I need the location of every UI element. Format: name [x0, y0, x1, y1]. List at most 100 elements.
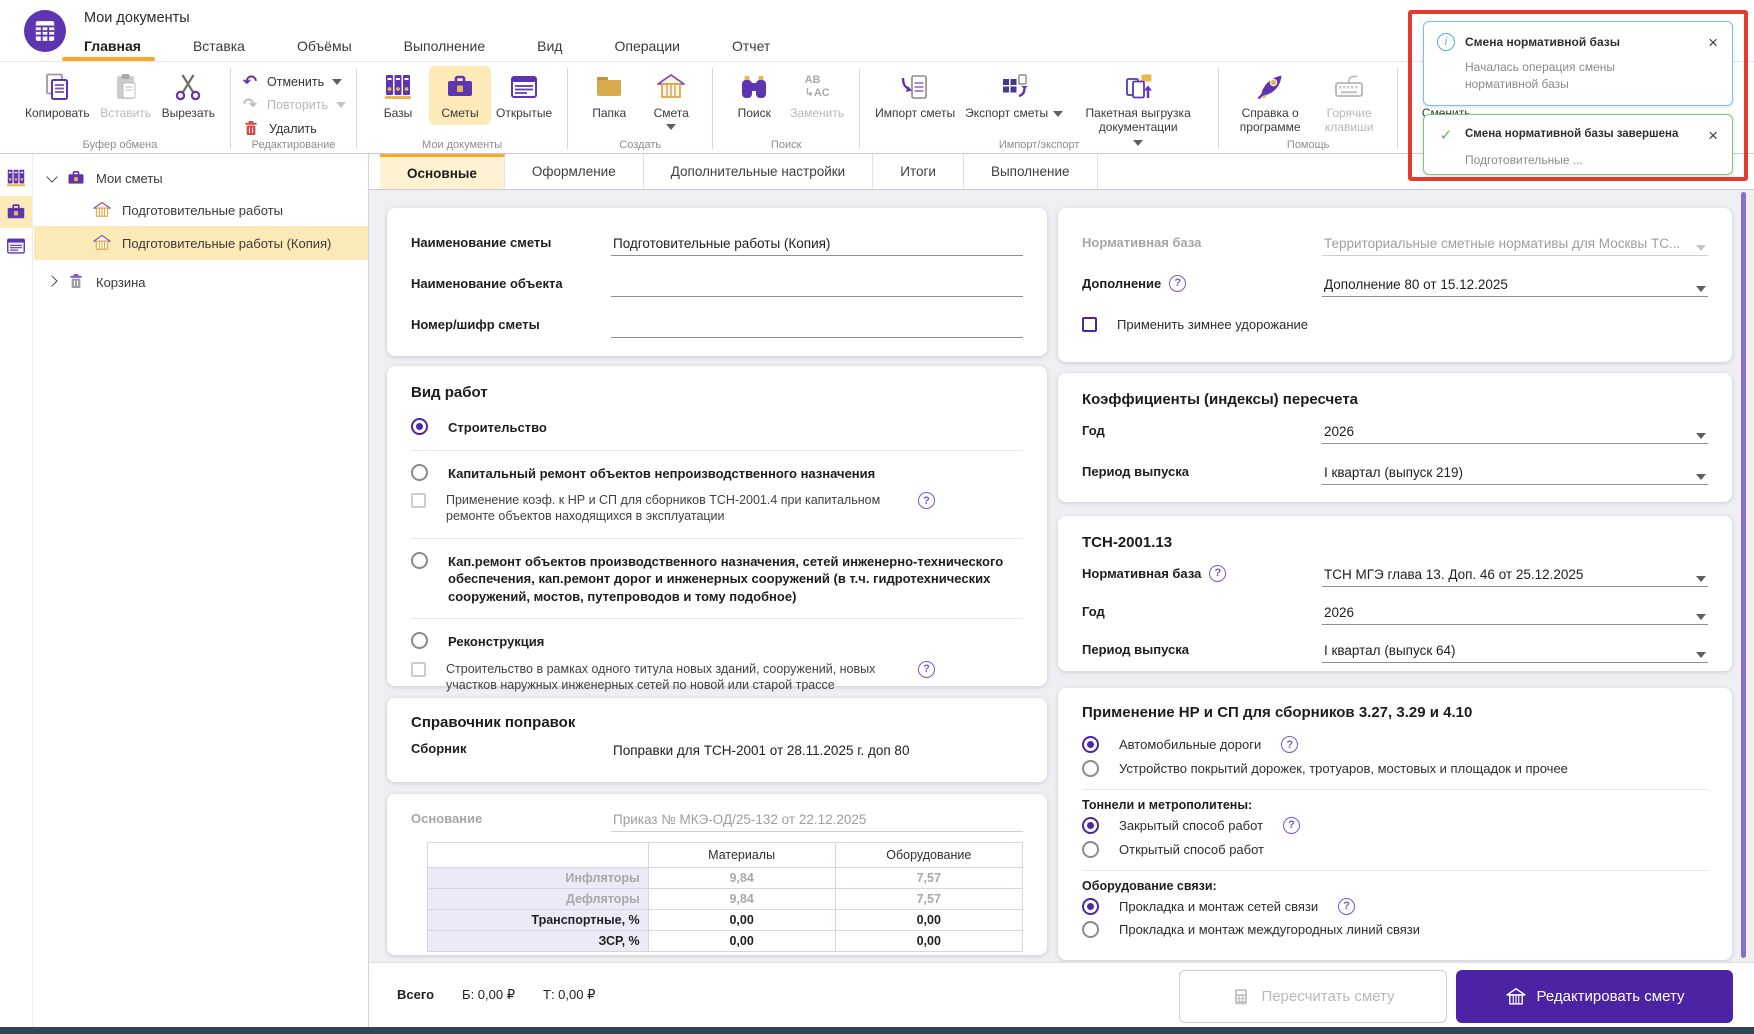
briefcase-icon: [66, 168, 86, 188]
card-normative-base: Нормативная база Территориальные сметные…: [1058, 208, 1732, 362]
export-estimate-button[interactable]: Экспорт сметы: [960, 66, 1068, 125]
radio-selected-icon[interactable]: [1082, 817, 1099, 834]
period-select[interactable]: I квартал (выпуск 219): [1322, 461, 1708, 485]
rail-item-estimates[interactable]: [0, 196, 32, 228]
radio-icon[interactable]: [1082, 921, 1099, 938]
checkbox-icon[interactable]: [1082, 317, 1097, 332]
menu-tab-insert[interactable]: Вставка: [193, 38, 245, 54]
help-icon[interactable]: ?: [1169, 275, 1186, 292]
delete-button[interactable]: Удалить: [241, 119, 346, 139]
about-button[interactable]: Справка о программе: [1229, 66, 1311, 139]
help-icon[interactable]: ?: [918, 661, 935, 678]
notification-body: Подготовительные ...: [1465, 152, 1670, 169]
opened-button[interactable]: Открытые: [491, 66, 557, 125]
basis-input[interactable]: Приказ № МКЭ-ОД/25-132 от 22.12.2025: [611, 808, 1023, 832]
tab-execution[interactable]: Выполнение: [964, 154, 1098, 189]
tab-totals[interactable]: Итоги: [873, 154, 964, 189]
menu-tab-view[interactable]: Вид: [537, 38, 562, 54]
radio-row-pavements[interactable]: Устройство покрытий дорожек, тротуаров, …: [1082, 757, 1708, 781]
ribbon-group-search: Поиск AB↳ACЗаменить Поиск: [713, 64, 859, 153]
group-label-search: Поиск: [713, 139, 859, 151]
radio-row-construction[interactable]: Строительство: [411, 413, 1023, 442]
estimate-name-input[interactable]: Подготовительные работы (Копия): [611, 232, 1023, 256]
help-icon[interactable]: ?: [1209, 565, 1226, 582]
radio-selected-icon[interactable]: [1082, 736, 1099, 753]
menu-tab-execution[interactable]: Выполнение: [404, 38, 485, 54]
tree-item-estimate[interactable]: Подготовительные работы: [34, 194, 368, 226]
help-icon[interactable]: ?: [1283, 817, 1300, 834]
help-icon[interactable]: ?: [1281, 736, 1298, 753]
estimate-number-input[interactable]: [611, 314, 1023, 338]
tree-item-my-estimates[interactable]: Мои сметы: [34, 162, 368, 194]
app-logo-icon[interactable]: [24, 10, 66, 52]
radio-icon[interactable]: [1082, 760, 1099, 777]
materials-column-header: Материалы: [648, 843, 835, 868]
tab-general[interactable]: Основные: [380, 154, 505, 189]
radio-icon[interactable]: [1082, 841, 1099, 858]
year-select[interactable]: 2026: [1322, 420, 1708, 444]
estimates-button[interactable]: Сметы: [429, 66, 491, 125]
divider: [411, 538, 1023, 539]
copy-button[interactable]: Копировать: [20, 66, 95, 125]
new-folder-button[interactable]: Папка: [578, 66, 640, 125]
table-corner-cell: [428, 843, 649, 868]
group-label-my-documents: Мои документы: [357, 139, 567, 151]
estimates-tree: Мои сметы Подготовительные работы Подгот…: [34, 154, 368, 298]
menu-tab-volumes[interactable]: Объёмы: [297, 38, 352, 54]
radio-selected-icon[interactable]: [411, 418, 428, 435]
edit-estimate-button[interactable]: Редактировать смету: [1456, 970, 1733, 1023]
radio-icon[interactable]: [411, 464, 428, 481]
supplement-select[interactable]: Дополнение 80 от 15.12.2025: [1322, 273, 1708, 297]
help-icon[interactable]: ?: [1338, 898, 1355, 915]
check-icon: ✓: [1437, 126, 1455, 144]
undo-button[interactable]: ↶Отменить: [241, 73, 346, 90]
radio-row-communication-networks[interactable]: Прокладка и монтаж сетей связи ?: [1082, 895, 1708, 919]
keyboard-icon: [1333, 70, 1365, 104]
winter-checkbox-row[interactable]: Применить зимнее удорожание: [1082, 314, 1708, 336]
checkbox-row-tsn4[interactable]: Применение коэф. к НР и СП для сборников…: [411, 487, 1023, 530]
vertical-scrollbar[interactable]: [1741, 192, 1746, 958]
trash-icon: [66, 272, 86, 292]
work-type-title: Вид работ: [411, 384, 1023, 401]
tab-additional-settings[interactable]: Дополнительные настройки: [644, 154, 874, 189]
rail-item-opened[interactable]: [0, 230, 32, 262]
close-icon[interactable]: ×: [1707, 34, 1719, 51]
bases-button[interactable]: Базы: [367, 66, 429, 125]
menu-tab-operations[interactable]: Операции: [614, 38, 680, 54]
card-general: Наименование сметы Подготовительные рабо…: [387, 208, 1047, 356]
batch-upload-button[interactable]: Пакетная выгрузка документации: [1068, 66, 1208, 150]
import-estimate-button[interactable]: Импорт сметы: [870, 66, 960, 125]
radio-row-open-method[interactable]: Открытый способ работ: [1082, 838, 1708, 862]
tab-decoration[interactable]: Оформление: [505, 154, 644, 189]
normative-base-label: Нормативная база: [1082, 235, 1322, 256]
search-button[interactable]: Поиск: [723, 66, 785, 125]
radio-row-industrial-repair[interactable]: Кап.ремонт объектов производственного на…: [411, 547, 1023, 611]
radio-row-intercity-lines[interactable]: Прокладка и монтаж междугородных линий с…: [1082, 918, 1708, 942]
radio-icon[interactable]: [411, 632, 428, 649]
object-name-input[interactable]: [611, 273, 1023, 297]
radio-row-closed-method[interactable]: Закрытый способ работ ?: [1082, 814, 1708, 838]
radio-row-reconstruction[interactable]: Реконструкция: [411, 627, 1023, 656]
rail-item-bases[interactable]: [0, 162, 32, 194]
tsn13-period-select[interactable]: I квартал (выпуск 64): [1322, 639, 1708, 663]
tree-item-recycle-bin[interactable]: Корзина: [34, 266, 368, 298]
briefcase-icon: [5, 201, 27, 223]
tsn13-base-select[interactable]: ТСН МГЭ глава 13. Доп. 46 от 25.12.2025: [1322, 563, 1708, 587]
help-icon[interactable]: ?: [918, 492, 935, 509]
radio-icon[interactable]: [411, 552, 428, 569]
tsn13-year-select[interactable]: 2026: [1322, 601, 1708, 625]
new-estimate-button[interactable]: Смета: [640, 66, 702, 134]
radio-selected-icon[interactable]: [1082, 898, 1099, 915]
menu-tab-main[interactable]: Главная: [84, 38, 141, 54]
radio-row-capital-repair[interactable]: Капитальный ремонт объектов непроизводст…: [411, 459, 1023, 488]
inflators-table: Материалы Оборудование Инфляторы 9,84 7,…: [427, 842, 1023, 952]
close-icon[interactable]: ×: [1707, 127, 1719, 144]
menu-tab-report[interactable]: Отчет: [732, 38, 770, 54]
checkbox-row-single-title[interactable]: Строительство в рамках одного титула нов…: [411, 656, 1023, 699]
radio-row-roads[interactable]: Автомобильные дороги ?: [1082, 733, 1708, 757]
ribbon-group-create: Папка Смета Создать: [568, 64, 712, 153]
tree-item-estimate-selected[interactable]: Подготовительные работы (Копия): [34, 226, 368, 260]
notification-title: Смена нормативной базы: [1465, 35, 1620, 49]
cut-button[interactable]: Вырезать: [157, 66, 220, 125]
collection-value[interactable]: Поправки для ТСН-2001 от 28.11.2025 г. д…: [611, 739, 1023, 762]
